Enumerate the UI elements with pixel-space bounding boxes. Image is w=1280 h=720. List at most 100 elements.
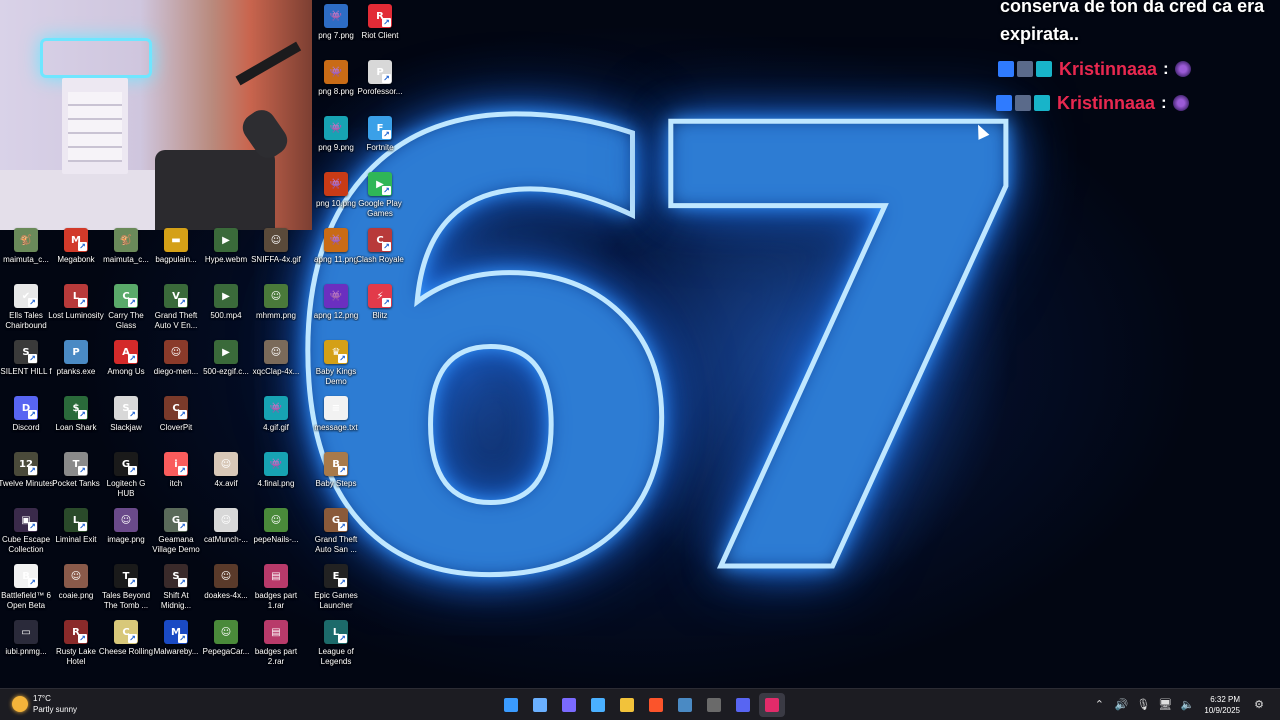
desktop-icon[interactable]: ≡ message.txt — [310, 396, 362, 452]
desktop-icon[interactable]: ▤ badges part 2.rar — [250, 620, 302, 676]
file-explorer-button[interactable] — [614, 693, 640, 717]
desktop-icon[interactable]: R Rusty Lake Hotel — [50, 620, 102, 676]
desktop-icon[interactable]: M Malwareby... — [150, 620, 202, 676]
desktop-icon[interactable]: D Discord — [0, 396, 52, 452]
desktop-icon[interactable]: ☺ image.png — [100, 508, 152, 564]
desktop-icon[interactable]: V Grand Theft Auto V En... — [150, 284, 202, 340]
app-icon: ▣ — [14, 508, 38, 532]
desktop-icon-label: Megabonk — [57, 255, 95, 264]
desktop-icon[interactable]: 🐒 maimuta_c... — [0, 228, 52, 284]
desktop-icon-label: badges part 1.rar — [254, 591, 298, 610]
start-button[interactable] — [498, 693, 524, 717]
desktop-icon[interactable]: ☺ diego-men... — [150, 340, 202, 396]
desktop-icon[interactable]: ▶ Hype.webm — [200, 228, 252, 284]
desktop-icon[interactable]: ☺ xqcClap-4x... — [250, 340, 302, 396]
desktop-icon[interactable]: C CloverPit — [150, 396, 202, 452]
desktop-icon[interactable]: T Pocket Tanks — [50, 452, 102, 508]
desktop-icon[interactable]: C Cheese Rolling — [99, 620, 153, 676]
desktop-icon[interactable]: T Tales Beyond The Tomb ... — [100, 564, 152, 620]
microphone-icon[interactable]: 🎙 — [1136, 698, 1150, 712]
chat-username: Kristinnaaa — [1059, 58, 1158, 79]
clock[interactable]: 6:32 PM 10/9/2025 — [1204, 694, 1240, 716]
desktop-icon-label: xqcClap-4x... — [252, 367, 300, 376]
notification-icon[interactable]: ⚙ — [1252, 698, 1266, 712]
app-icon: V — [164, 284, 188, 308]
brave-button[interactable] — [643, 693, 669, 717]
epic-button[interactable] — [758, 693, 785, 717]
app-icon: S — [14, 340, 38, 364]
desktop-icon[interactable]: S Slackjaw — [100, 396, 152, 452]
desktop-icon[interactable]: ▶ 500.mp4 — [200, 284, 252, 340]
desktop-icon[interactable]: ☺ PepegaCar... — [200, 620, 252, 676]
desktop-icon[interactable]: ▬ bagpulain... — [150, 228, 202, 284]
desktop-icon[interactable]: L League of Legends — [310, 620, 362, 676]
desktop-icon[interactable]: A Among Us — [100, 340, 152, 396]
app-icon: F — [368, 116, 392, 140]
desktop-icon-label: Logitech G HUB — [106, 479, 146, 498]
desktop-icon[interactable]: ☺ coaie.png — [50, 564, 102, 620]
speaker-icon[interactable]: 🔊 — [1114, 698, 1129, 712]
desktop-icon[interactable]: C Carry The Glass — [100, 284, 152, 340]
copilot-app-button[interactable] — [585, 693, 611, 717]
desktop-icon-label: coaie.png — [58, 591, 94, 600]
desktop-icon[interactable]: S Shift At Midnig... — [150, 564, 202, 620]
desktop-icon[interactable]: ▶ Google Play Games — [354, 172, 406, 228]
desktop-icon[interactable]: R Riot Client — [354, 4, 406, 60]
desktop-icon[interactable]: P Porofessor... — [354, 60, 406, 116]
desktop-icon[interactable]: M Megabonk — [50, 228, 102, 284]
desktop-icon[interactable]: ✔ Ells Tales Chairbound — [0, 284, 52, 340]
desktop-icon[interactable]: G Geamana Village Demo — [150, 508, 202, 564]
desktop-icon[interactable]: F Fortnite — [354, 116, 406, 172]
emote-icon — [1172, 95, 1189, 111]
desktop-icon[interactable]: B Baby Steps — [310, 452, 362, 508]
desktop-icon[interactable]: ▭ iubi.pnmg... — [0, 620, 52, 676]
xbox-button[interactable] — [701, 693, 727, 717]
desktop-icon[interactable]: ♛ Baby Kings Demo — [310, 340, 362, 396]
desktop-icon[interactable]: ☺ pepeNails-... — [250, 508, 302, 564]
desktop-icon[interactable]: ▤ badges part 1.rar — [250, 564, 302, 620]
app-icon: ☺ — [214, 508, 238, 532]
app-icon: L — [64, 284, 88, 308]
desktop-icon[interactable]: E Epic Games Launcher — [310, 564, 362, 620]
desktop-icon[interactable]: ▣ Cube Escape Collection — [0, 508, 52, 564]
desktop-icon[interactable]: Pptanks.exe — [50, 340, 102, 396]
desktop-icon[interactable]: G Logitech G HUB — [100, 452, 152, 508]
desktop-icon[interactable]: B Battlefield™ 6 Open Beta — [0, 564, 52, 620]
desktop-icon[interactable]: 👾 4.final.png — [250, 452, 302, 508]
weather-widget[interactable]: 17°C Partly sunny — [12, 693, 77, 715]
desktop-icon-label: Among Us — [107, 367, 145, 376]
desktop-icon[interactable]: 12 Twelve Minutes — [0, 452, 54, 508]
desktop-icon[interactable]: L Liminal Exit — [50, 508, 102, 564]
desktop-icon[interactable]: ☺ 4x.avif — [200, 452, 252, 508]
desktop-icon[interactable]: ☺ mhmm.png — [250, 284, 302, 340]
desktop-icon[interactable]: 👾 4.gif.gif — [250, 396, 302, 452]
desktop-icon[interactable]: $ Loan Shark — [50, 396, 102, 452]
desktop-icon[interactable]: ☺ catMunch-... — [200, 508, 252, 564]
app-icon: ✔ — [14, 284, 38, 308]
discord-button[interactable] — [730, 693, 756, 717]
desktop-icon[interactable]: ▶ 500-ezgif.c... — [200, 340, 252, 396]
copilot-button[interactable] — [556, 693, 582, 717]
app-icon: ☺ — [214, 620, 238, 644]
desktop-icon[interactable]: ☺ doakes-4x... — [200, 564, 252, 620]
desktop-icon[interactable]: ☺ SNIFFA-4x.gif — [250, 228, 302, 284]
app-icon: ⚡ — [368, 284, 392, 308]
desktop-icon-label: diego-men... — [153, 367, 199, 376]
volume-icon[interactable]: 🔈 — [1180, 698, 1195, 712]
desktop-icon-label: 4.gif.gif — [263, 423, 289, 432]
desktop-icon[interactable]: 🐒 maimuta_c... — [100, 228, 152, 284]
desktop-icon[interactable]: ⚡ Blitz — [354, 284, 406, 340]
chevron-up-icon[interactable]: ⌃ — [1092, 698, 1106, 712]
desktop-icon-label: Pocket Tanks — [52, 479, 100, 488]
desktop-icon-label: Baby Kings Demo — [315, 367, 357, 386]
network-icon[interactable]: 🖥 — [1158, 698, 1172, 712]
desktop-icon[interactable]: G Grand Theft Auto San ... — [310, 508, 362, 564]
task-view-button[interactable] — [527, 693, 553, 717]
desktop[interactable]: 6 7 👾png 7.pngRRiot Client👾png 8.pngPPor… — [0, 0, 1280, 688]
app-icon: 👾 — [324, 284, 348, 308]
desktop-icon[interactable]: L Lost Luminosity — [48, 284, 104, 340]
steam-button[interactable] — [672, 693, 698, 717]
desktop-icon[interactable]: C Clash Royale — [354, 228, 406, 284]
desktop-icon[interactable]: i itch — [150, 452, 202, 508]
desktop-icon[interactable]: S SILENT HILL f — [0, 340, 52, 396]
